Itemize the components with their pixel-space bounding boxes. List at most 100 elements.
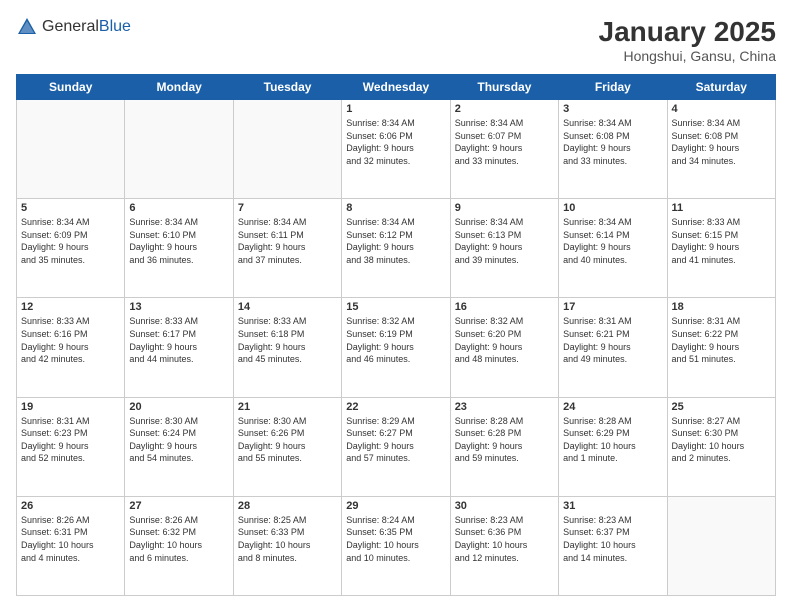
calendar-table: Sunday Monday Tuesday Wednesday Thursday… — [16, 74, 776, 596]
day-info: Sunrise: 8:33 AM Sunset: 6:15 PM Dayligh… — [672, 216, 771, 266]
day-number: 2 — [455, 103, 554, 115]
day-info: Sunrise: 8:34 AM Sunset: 6:08 PM Dayligh… — [563, 117, 662, 167]
day-info: Sunrise: 8:32 AM Sunset: 6:19 PM Dayligh… — [346, 315, 445, 365]
day-number: 11 — [672, 202, 771, 214]
title-section: January 2025 Hongshui, Gansu, China — [599, 16, 776, 64]
day-number: 14 — [238, 301, 337, 313]
calendar-cell: 27Sunrise: 8:26 AM Sunset: 6:32 PM Dayli… — [125, 496, 233, 595]
day-number: 18 — [672, 301, 771, 313]
calendar-cell: 18 Sunrise: 8:31 AM Sunset: 6:22 PM Dayli… — [667, 298, 775, 397]
day-number: 7 — [238, 202, 337, 214]
day-number: 15 — [346, 301, 445, 313]
calendar-cell: 16 Sunrise: 8:32 AM Sunset: 6:20 PM Dayli… — [450, 298, 558, 397]
day-number: 19 — [21, 401, 120, 413]
calendar-cell: 25 Sunrise: 8:27 AM Sunset: 6:30 PM Dayli… — [667, 397, 775, 496]
header-tuesday: Tuesday — [233, 75, 341, 100]
day-info: Sunrise: 8:26 AM Sunset: 6:32 PM Dayligh… — [129, 514, 228, 564]
header-sunday: Sunday — [17, 75, 125, 100]
day-info: Sunrise: 8:23 AM Sunset: 6:37 PM Dayligh… — [563, 514, 662, 564]
weekday-header-row: Sunday Monday Tuesday Wednesday Thursday… — [17, 75, 776, 100]
day-number: 25 — [672, 401, 771, 413]
header-monday: Monday — [125, 75, 233, 100]
day-number: 4 — [672, 103, 771, 115]
calendar-cell: 28 Sunrise: 8:25 AM Sunset: 6:33 PM Dayli… — [233, 496, 341, 595]
day-info: Sunrise: 8:34 AM Sunset: 6:10 PM Dayligh… — [129, 216, 228, 266]
header-wednesday: Wednesday — [342, 75, 450, 100]
calendar-cell: 1 Sunrise: 8:34 AM Sunset: 6:06 PM Daylig… — [342, 100, 450, 199]
day-info: Sunrise: 8:28 AM Sunset: 6:29 PM Dayligh… — [563, 415, 662, 465]
day-number: 29 — [346, 500, 445, 512]
calendar-cell: 20Sunrise: 8:30 AM Sunset: 6:24 PM Dayli… — [125, 397, 233, 496]
week-row-1: 1 Sunrise: 8:34 AM Sunset: 6:06 PM Daylig… — [17, 100, 776, 199]
day-number: 28 — [238, 500, 337, 512]
day-number: 13 — [129, 301, 228, 313]
week-row-5: 26 Sunrise: 8:26 AM Sunset: 6:31 PM Dayli… — [17, 496, 776, 595]
header-saturday: Saturday — [667, 75, 775, 100]
day-number: 22 — [346, 401, 445, 413]
day-number: 30 — [455, 500, 554, 512]
calendar-cell — [667, 496, 775, 595]
calendar-cell: 31Sunrise: 8:23 AM Sunset: 6:37 PM Dayli… — [559, 496, 667, 595]
calendar-cell — [233, 100, 341, 199]
logo-text: GeneralBlue — [42, 18, 131, 36]
day-number: 21 — [238, 401, 337, 413]
day-number: 23 — [455, 401, 554, 413]
day-info: Sunrise: 8:34 AM Sunset: 6:14 PM Dayligh… — [563, 216, 662, 266]
calendar-cell: 23 Sunrise: 8:28 AM Sunset: 6:28 PM Dayli… — [450, 397, 558, 496]
day-number: 1 — [346, 103, 445, 115]
day-info: Sunrise: 8:34 AM Sunset: 6:12 PM Dayligh… — [346, 216, 445, 266]
day-info: Sunrise: 8:28 AM Sunset: 6:28 PM Dayligh… — [455, 415, 554, 465]
day-info: Sunrise: 8:31 AM Sunset: 6:22 PM Dayligh… — [672, 315, 771, 365]
calendar-cell: 7 Sunrise: 8:34 AM Sunset: 6:11 PM Daylig… — [233, 199, 341, 298]
calendar-cell: 26 Sunrise: 8:26 AM Sunset: 6:31 PM Dayli… — [17, 496, 125, 595]
calendar-cell: 9 Sunrise: 8:34 AM Sunset: 6:13 PM Daylig… — [450, 199, 558, 298]
day-number: 16 — [455, 301, 554, 313]
calendar-cell: 12 Sunrise: 8:33 AM Sunset: 6:16 PM Dayli… — [17, 298, 125, 397]
day-info: Sunrise: 8:32 AM Sunset: 6:20 PM Dayligh… — [455, 315, 554, 365]
calendar-cell: 30 Sunrise: 8:23 AM Sunset: 6:36 PM Dayli… — [450, 496, 558, 595]
calendar-cell: 21Sunrise: 8:30 AM Sunset: 6:26 PM Dayli… — [233, 397, 341, 496]
day-number: 20 — [129, 401, 228, 413]
calendar-cell — [125, 100, 233, 199]
day-number: 24 — [563, 401, 662, 413]
day-info: Sunrise: 8:23 AM Sunset: 6:36 PM Dayligh… — [455, 514, 554, 564]
day-number: 17 — [563, 301, 662, 313]
calendar-cell: 24 Sunrise: 8:28 AM Sunset: 6:29 PM Dayli… — [559, 397, 667, 496]
day-number: 26 — [21, 500, 120, 512]
calendar-cell: 3 Sunrise: 8:34 AM Sunset: 6:08 PM Daylig… — [559, 100, 667, 199]
day-number: 12 — [21, 301, 120, 313]
day-info: Sunrise: 8:27 AM Sunset: 6:30 PM Dayligh… — [672, 415, 771, 465]
day-info: Sunrise: 8:34 AM Sunset: 6:06 PM Dayligh… — [346, 117, 445, 167]
day-info: Sunrise: 8:34 AM Sunset: 6:08 PM Dayligh… — [672, 117, 771, 167]
day-info: Sunrise: 8:33 AM Sunset: 6:16 PM Dayligh… — [21, 315, 120, 365]
day-info: Sunrise: 8:34 AM Sunset: 6:13 PM Dayligh… — [455, 216, 554, 266]
calendar-cell: 22 Sunrise: 8:29 AM Sunset: 6:27 PM Dayli… — [342, 397, 450, 496]
calendar-cell: 8 Sunrise: 8:34 AM Sunset: 6:12 PM Daylig… — [342, 199, 450, 298]
day-number: 3 — [563, 103, 662, 115]
calendar-cell: 2 Sunrise: 8:34 AM Sunset: 6:07 PM Daylig… — [450, 100, 558, 199]
month-title: January 2025 — [599, 16, 776, 48]
calendar-cell: 4 Sunrise: 8:34 AM Sunset: 6:08 PM Daylig… — [667, 100, 775, 199]
day-info: Sunrise: 8:26 AM Sunset: 6:31 PM Dayligh… — [21, 514, 120, 564]
calendar-cell: 29Sunrise: 8:24 AM Sunset: 6:35 PM Dayli… — [342, 496, 450, 595]
calendar-cell: 6Sunrise: 8:34 AM Sunset: 6:10 PM Daylig… — [125, 199, 233, 298]
header-thursday: Thursday — [450, 75, 558, 100]
day-info: Sunrise: 8:31 AM Sunset: 6:21 PM Dayligh… — [563, 315, 662, 365]
page-container: GeneralBlue January 2025 Hongshui, Gansu… — [0, 0, 792, 612]
day-number: 10 — [563, 202, 662, 214]
day-info: Sunrise: 8:33 AM Sunset: 6:17 PM Dayligh… — [129, 315, 228, 365]
day-number: 9 — [455, 202, 554, 214]
location: Hongshui, Gansu, China — [599, 48, 776, 64]
day-info: Sunrise: 8:31 AM Sunset: 6:23 PM Dayligh… — [21, 415, 120, 465]
day-info: Sunrise: 8:25 AM Sunset: 6:33 PM Dayligh… — [238, 514, 337, 564]
day-info: Sunrise: 8:34 AM Sunset: 6:11 PM Dayligh… — [238, 216, 337, 266]
header-friday: Friday — [559, 75, 667, 100]
day-info: Sunrise: 8:34 AM Sunset: 6:07 PM Dayligh… — [455, 117, 554, 167]
calendar-cell: 14Sunrise: 8:33 AM Sunset: 6:18 PM Dayli… — [233, 298, 341, 397]
day-number: 5 — [21, 202, 120, 214]
calendar-cell — [17, 100, 125, 199]
week-row-3: 12 Sunrise: 8:33 AM Sunset: 6:16 PM Dayli… — [17, 298, 776, 397]
calendar-cell: 5Sunrise: 8:34 AM Sunset: 6:09 PM Daylig… — [17, 199, 125, 298]
day-info: Sunrise: 8:29 AM Sunset: 6:27 PM Dayligh… — [346, 415, 445, 465]
day-number: 8 — [346, 202, 445, 214]
